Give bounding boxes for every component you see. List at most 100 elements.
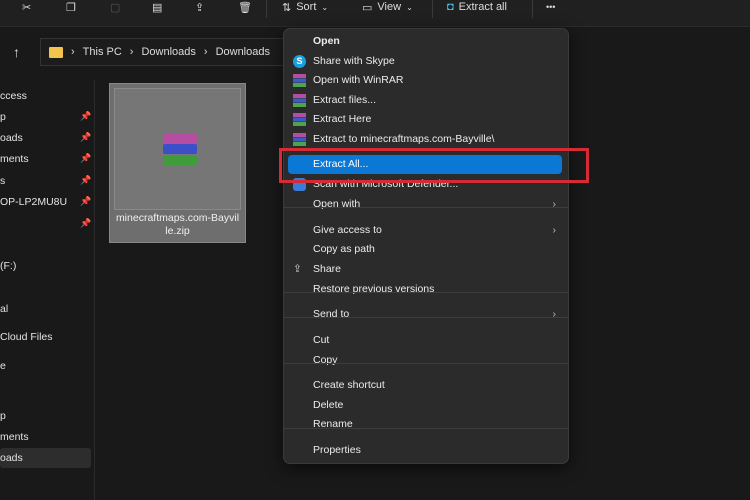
pin-icon: 📌 [80, 196, 92, 206]
rename-icon[interactable]: ▤ [152, 0, 162, 14]
sidebar-item-label: p [0, 111, 6, 123]
pin-icon: 📌 [80, 111, 92, 121]
menu-item-cut[interactable]: Cut [288, 331, 564, 350]
sort-icon: ⇅ [282, 1, 292, 14]
sidebar-item-label: (F:) [0, 260, 17, 272]
delete-icon[interactable]: 🗑 [238, 0, 252, 14]
menu-item-label: Open with WinRAR [313, 74, 404, 86]
menu-item-extract-files[interactable]: Extract files... [288, 91, 564, 110]
menu-separator [284, 428, 568, 429]
sidebar-item-label: ments [0, 153, 29, 165]
up-arrow-icon[interactable]: ↑ [13, 44, 20, 60]
breadcrumb-this-pc[interactable]: This PC [83, 46, 122, 58]
menu-item-label: Share with Skype [313, 55, 395, 67]
menu-item-open-with[interactable]: Open with › [288, 195, 564, 214]
sidebar-item-label: OP-LP2MU8U [0, 196, 68, 208]
winrar-icon [293, 113, 306, 126]
menu-item-copy[interactable]: Copy [288, 351, 564, 370]
extract-all-button[interactable]: ◘ Extract all [447, 0, 507, 14]
menu-item-open[interactable]: Open [288, 32, 564, 51]
sidebar-item[interactable]: p [0, 406, 91, 426]
winrar-icon [293, 74, 306, 87]
sidebar-item[interactable]: OP-LP2MU8U [0, 192, 91, 212]
sidebar-item[interactable]: (F:) [0, 256, 91, 276]
sidebar-item[interactable]: ments [0, 149, 91, 169]
file-name: minecraftmaps.com-Bayvil le.zip [115, 212, 240, 237]
sidebar-item[interactable]: s [0, 171, 91, 191]
skype-icon: S [293, 55, 306, 68]
divider [432, 0, 433, 18]
menu-item-label: Open [313, 35, 340, 47]
sidebar-item[interactable]: p [0, 107, 91, 127]
sidebar-item-label: oads [0, 132, 23, 144]
context-menu: Open S Share with Skype Open with WinRAR Ext… [283, 28, 569, 464]
menu-item-share-with-skype[interactable]: S Share with Skype [288, 52, 564, 71]
winrar-archive-icon [163, 133, 197, 165]
menu-item-share[interactable]: ⇪ Share [288, 260, 564, 279]
menu-item-delete[interactable]: Delete [288, 396, 564, 415]
menu-item-label: Copy [313, 354, 338, 366]
address-bar[interactable]: › This PC › Downloads › Downloads [40, 38, 298, 66]
menu-item-label: Create shortcut [313, 379, 385, 391]
chevron-right-icon: › [552, 308, 557, 320]
divider [266, 0, 267, 18]
sidebar-item[interactable]: oads [0, 448, 91, 468]
menu-separator [284, 363, 568, 364]
menu-item-copy-as-path[interactable]: Copy as path [288, 240, 564, 259]
chevron-right-icon: › [552, 224, 557, 236]
cut-icon[interactable]: ✂ [22, 0, 31, 14]
menu-item-rename[interactable]: Rename [288, 415, 564, 434]
sidebar-item[interactable]: al [0, 299, 91, 319]
sidebar-item[interactable] [0, 214, 91, 234]
share-icon: ⇪ [293, 263, 302, 275]
menu-item-label: Extract to minecraftmaps.com-Bayville\ [313, 133, 495, 145]
menu-separator [284, 207, 568, 208]
menu-item-label: Delete [313, 399, 344, 411]
copy-icon[interactable]: ❐ [66, 0, 76, 14]
winrar-icon [293, 94, 306, 107]
sort-button[interactable]: ⇅ Sort ⌄ [282, 0, 328, 14]
menu-item-label: Send to [313, 308, 350, 320]
menu-item-send-to[interactable]: Send to › [288, 305, 564, 324]
view-button[interactable]: ▭ View ⌄ [362, 0, 413, 14]
annotation-highlight-box [279, 148, 589, 183]
menu-item-extract-to-minecraftmaps-com-bayville[interactable]: Extract to minecraftmaps.com-Bayville\ [288, 130, 564, 149]
sidebar-item-label: Cloud Files [0, 331, 53, 343]
winrar-icon [293, 133, 306, 146]
pin-icon: 📌 [80, 175, 92, 185]
sidebar-item[interactable]: oads [0, 128, 91, 148]
sidebar-item-label: ments [0, 431, 29, 443]
sidebar-item[interactable]: e [0, 356, 91, 376]
menu-item-open-with-winrar[interactable]: Open with WinRAR [288, 71, 564, 90]
menu-item-label: Extract files... [313, 94, 377, 106]
menu-item-restore-previous-versions[interactable]: Restore previous versions [288, 280, 564, 299]
menu-item-extract-here[interactable]: Extract Here [288, 110, 564, 129]
share-icon[interactable]: ⇪ [195, 0, 204, 14]
menu-item-label: Share [313, 263, 342, 275]
chevron-right-icon: › [552, 198, 557, 210]
chevron-down-icon: ⌄ [406, 2, 413, 12]
breadcrumb-downloads-current[interactable]: Downloads [216, 46, 270, 58]
more-options-button[interactable]: ••• [546, 0, 555, 14]
menu-separator [284, 317, 568, 318]
menu-item-give-access-to[interactable]: Give access to › [288, 221, 564, 240]
menu-item-label: Copy as path [313, 243, 375, 255]
navigation-pane: ccess p 📌 oads 📌 ments 📌 s 📌 OP-LP2MU8U 📌 📌 (F:) al … [0, 80, 93, 500]
pin-icon: 📌 [80, 153, 92, 163]
file-thumbnail [114, 88, 241, 210]
breadcrumb-downloads[interactable]: Downloads [141, 46, 195, 58]
sidebar-item[interactable]: ments [0, 427, 91, 447]
zip-file-item[interactable]: minecraftmaps.com-Bayvil le.zip [109, 83, 246, 243]
sidebar-item-label: p [0, 410, 6, 422]
sidebar-item[interactable]: Cloud Files [0, 327, 91, 347]
menu-item-label: Properties [313, 444, 361, 456]
menu-item-create-shortcut[interactable]: Create shortcut [288, 376, 564, 395]
menu-item-properties[interactable]: Properties [288, 441, 564, 460]
sidebar-item-label: al [0, 303, 9, 315]
sidebar-item[interactable]: ccess [0, 86, 91, 106]
paste-icon[interactable]: ▢ [110, 0, 120, 14]
pin-icon: 📌 [80, 218, 92, 228]
menu-item-label: Restore previous versions [313, 283, 435, 295]
sidebar-item-label: ccess [0, 90, 27, 102]
menu-item-label: Open with [313, 198, 361, 210]
